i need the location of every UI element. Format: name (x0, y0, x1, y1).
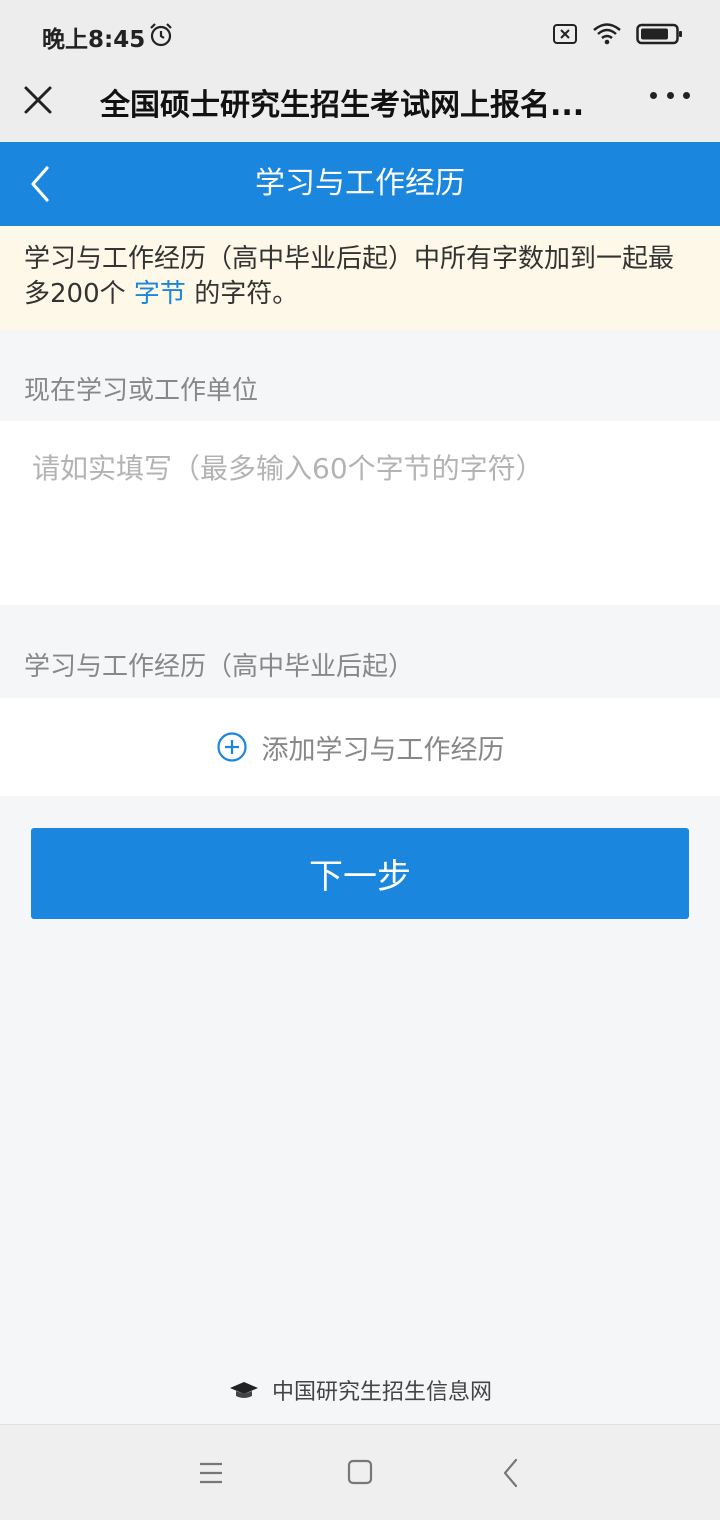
back-button[interactable] (20, 162, 60, 206)
footer: 中国研究生招生信息网 (0, 1374, 720, 1406)
add-history-label: 添加学习与工作经历 (261, 734, 505, 766)
back-icon (503, 1458, 518, 1488)
footer-text: 中国研究生招生信息网 (271, 1380, 492, 1405)
system-back-button[interactable] (491, 1458, 531, 1488)
alarm-icon (148, 22, 174, 52)
page-title: 学习与工作经历 (255, 166, 465, 201)
graduation-cap-icon (229, 1382, 258, 1398)
more-button[interactable] (650, 92, 690, 104)
more-icon-dot (650, 92, 657, 99)
more-icon-dot (683, 92, 690, 99)
home-button[interactable] (340, 1458, 380, 1488)
battery-icon (636, 22, 684, 50)
chevron-left-icon (31, 166, 49, 202)
close-icon (24, 86, 52, 114)
page-header: 学习与工作经历 (0, 142, 720, 226)
status-bar: 晚上8:45 (0, 0, 720, 70)
history-label: 学习与工作经历（高中毕业后起） (24, 652, 415, 682)
notice-text: 学习与工作经历（高中毕业后起）中所有字数加到一起最多200个 (24, 244, 675, 309)
sim-off-icon (552, 23, 578, 49)
current-unit-input[interactable] (0, 421, 720, 605)
plus-circle-icon (216, 732, 247, 762)
notice-link-bytes[interactable]: 字节 (134, 279, 186, 309)
add-history-button[interactable]: 添加学习与工作经历 (0, 698, 720, 796)
home-icon (347, 1459, 373, 1485)
menu-icon (200, 1462, 222, 1484)
current-unit-input-area (0, 421, 720, 605)
system-nav-bar (0, 1424, 720, 1520)
notice-text-end: 的字符。 (194, 279, 299, 309)
menu-button[interactable] (191, 1458, 231, 1488)
more-icon-dot (666, 92, 674, 99)
status-icons (552, 22, 684, 50)
notice-banner: 学习与工作经历（高中毕业后起）中所有字数加到一起最多200个 字节 的字符。 (0, 226, 720, 330)
close-button[interactable] (18, 80, 58, 120)
webview-title: 全国硕士研究生招生考试网上报名... (100, 88, 585, 123)
status-time: 晚上8:45 (42, 27, 146, 53)
wechat-title-bar: 全国硕士研究生招生考试网上报名... (0, 70, 720, 142)
wifi-icon (592, 22, 622, 50)
next-button[interactable]: 下一步 (31, 828, 689, 919)
current-unit-label: 现在学习或工作单位 (24, 376, 259, 406)
